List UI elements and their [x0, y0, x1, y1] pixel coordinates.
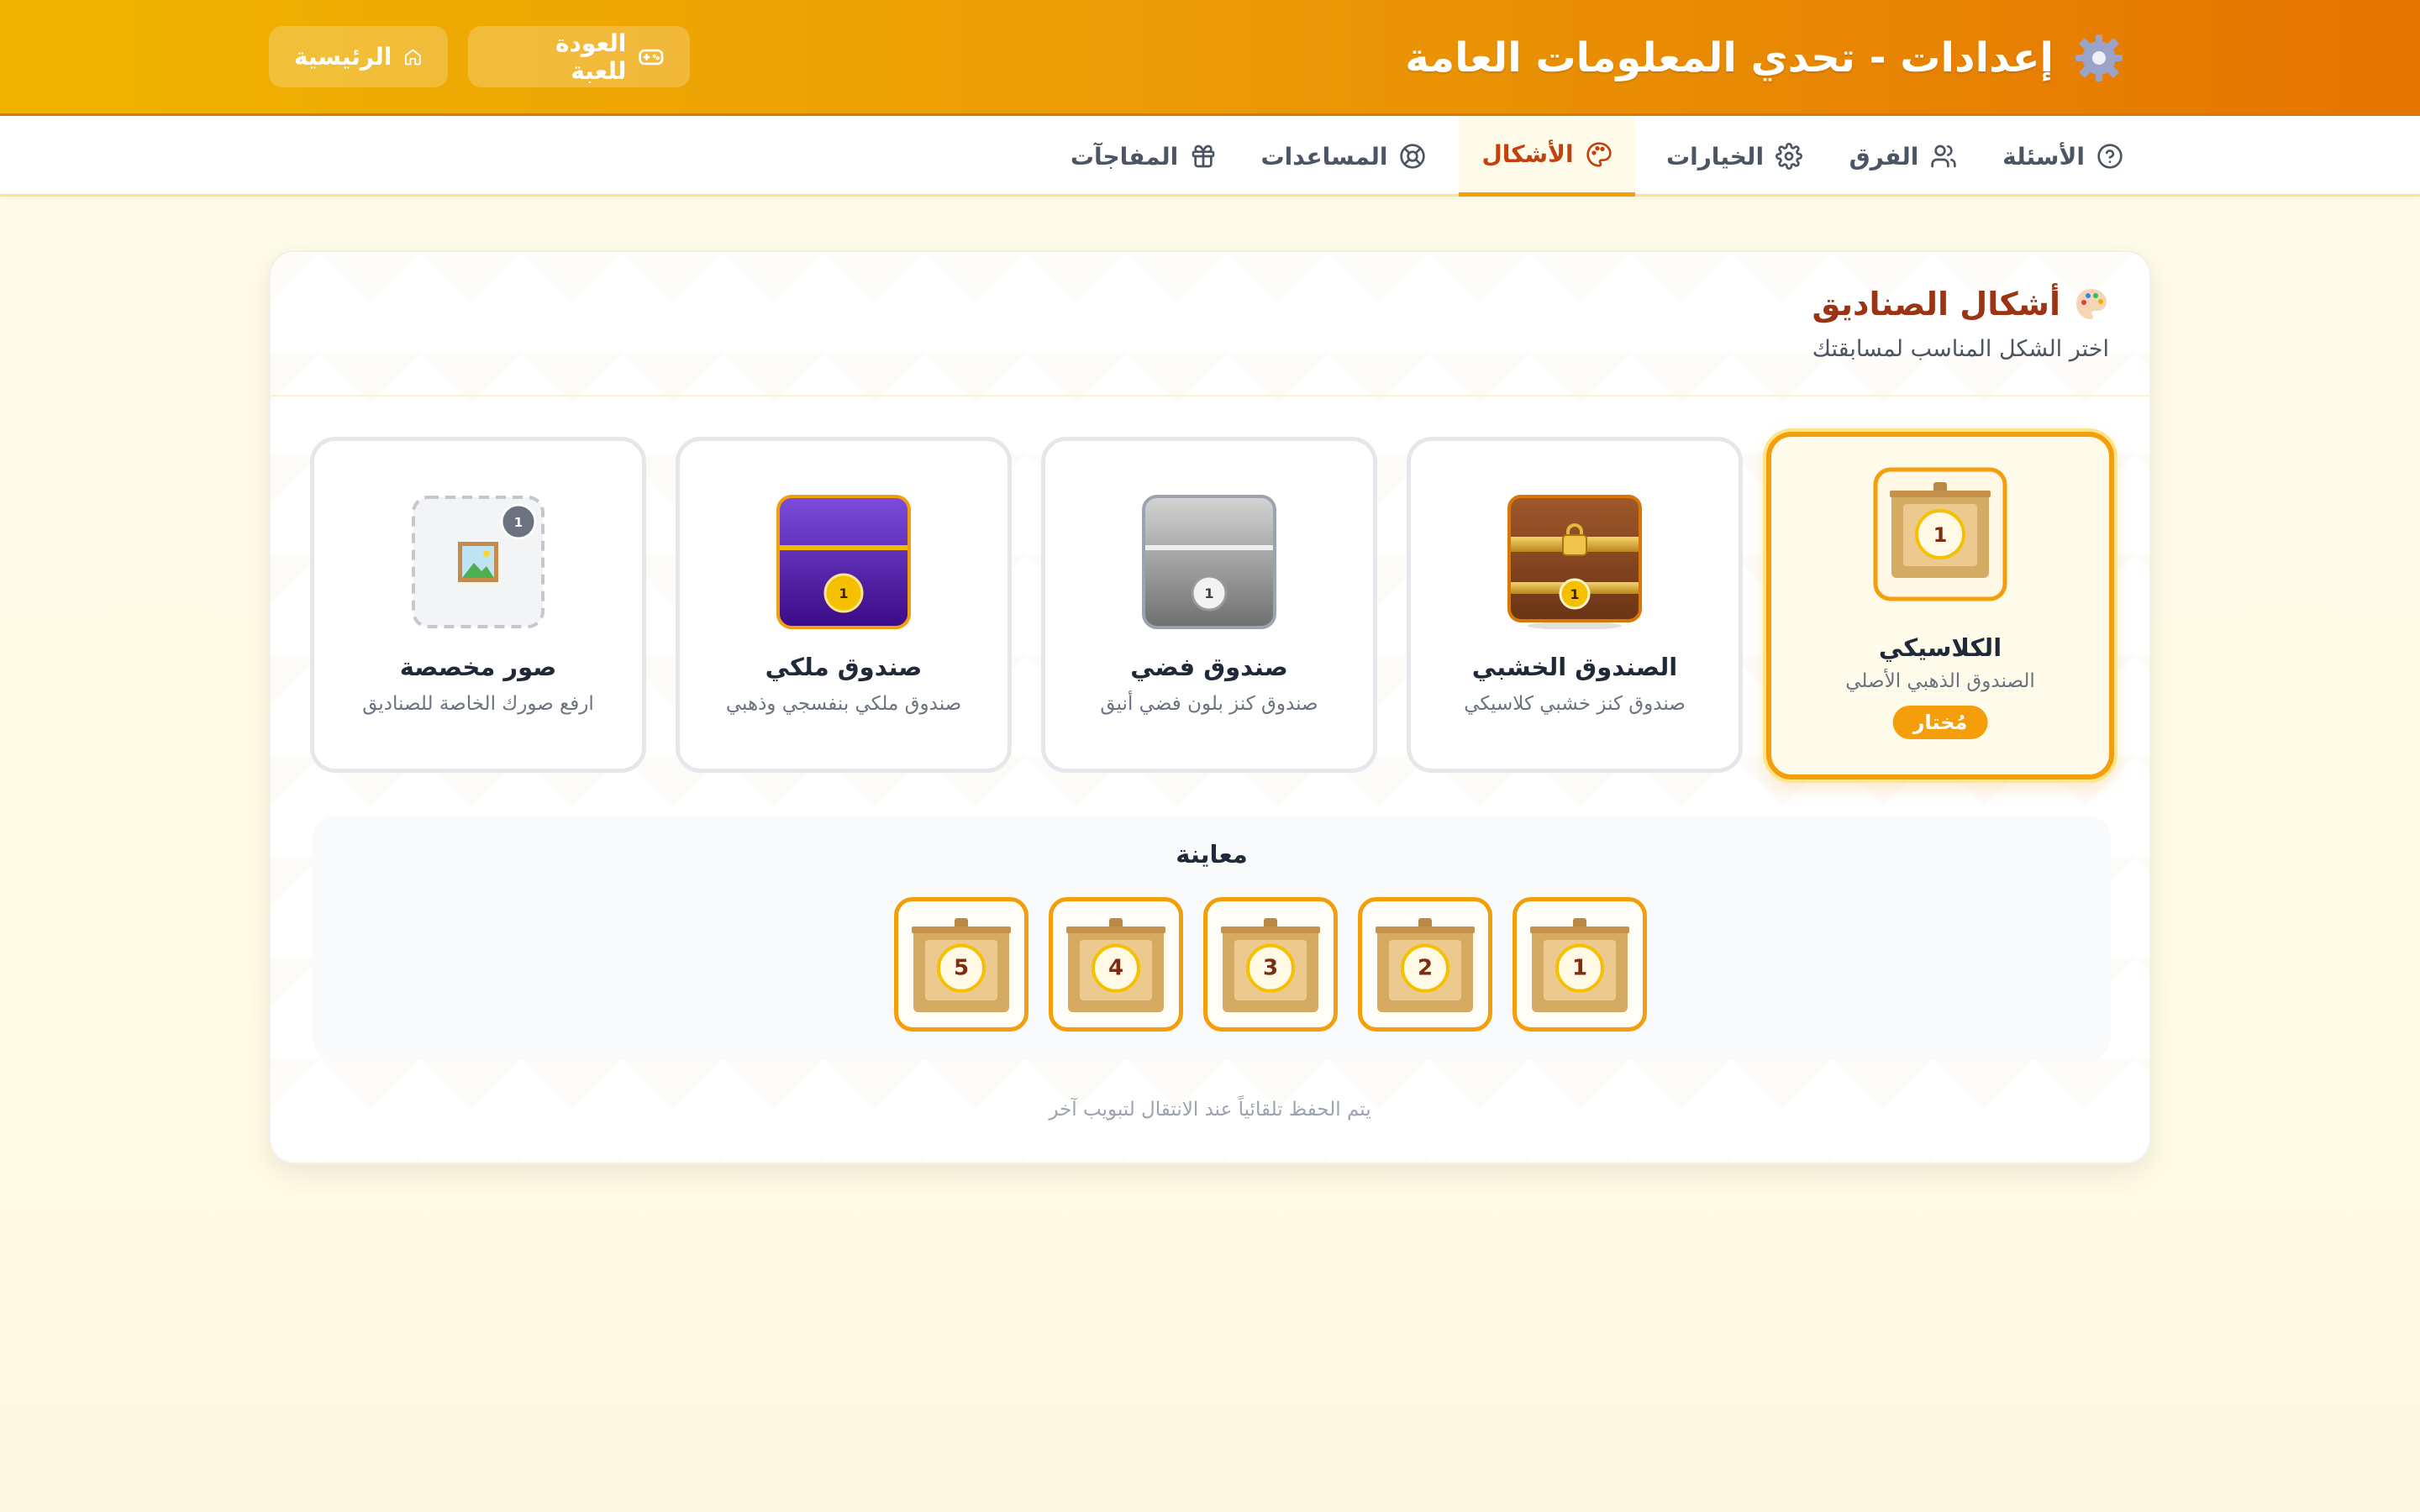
- preview-box-3: 3: [1203, 897, 1338, 1032]
- tab-shapes[interactable]: الأشكال: [1459, 116, 1635, 197]
- shape-name: صور مخصصة: [399, 653, 557, 681]
- tab-surprises-label: المفاجآت: [1070, 142, 1179, 171]
- gear-emoji-icon: [2075, 34, 2123, 81]
- selected-badge: مُختار: [1892, 706, 1988, 739]
- shape-name: صندوق فضي: [1130, 653, 1288, 681]
- royal-box-icon: 1: [776, 495, 911, 629]
- shape-option-royal[interactable]: 1 صندوق ملكي صندوق ملكي بنفسجي وذهبي: [676, 437, 1012, 773]
- section-subtitle: اختر الشكل المناسب لمسابقتك: [1812, 336, 2109, 362]
- tab-teams[interactable]: الفرق: [1840, 116, 1966, 197]
- tab-surprises[interactable]: المفاجآت: [1055, 116, 1232, 197]
- home-label: الرئيسية: [294, 43, 392, 71]
- shape-description: صندوق ملكي بنفسجي وذهبي: [725, 693, 962, 715]
- silver-box-icon: 1: [1142, 495, 1276, 629]
- shape-option-silver[interactable]: 1 صندوق فضي صندوق كنز بلون فضي أنيق: [1041, 437, 1377, 773]
- home-button[interactable]: الرئيسية: [269, 26, 448, 87]
- gamepad-icon: [639, 49, 664, 65]
- tab-shapes-label: الأشكال: [1481, 140, 1574, 168]
- preview-number: 4: [1092, 943, 1140, 993]
- page-title-text: إعدادات - تحدي المعلومات العامة: [1405, 34, 2054, 81]
- shape-option-custom-images[interactable]: 1 صور مخصصة ارفع صورك الخاصة للصناديق: [310, 437, 646, 773]
- section-title-text: أشكال الصناديق: [1812, 286, 2060, 323]
- lifebuoy-icon: [1400, 144, 1426, 169]
- palette-emoji-icon: [2076, 289, 2107, 319]
- back-to-game-button[interactable]: العودة للعبة: [468, 26, 690, 87]
- shapes-card: أشكال الصناديق اختر الشكل المناسب لمسابق…: [269, 250, 2151, 1164]
- shape-number: 1: [1204, 585, 1213, 601]
- preview-number: 1: [1555, 943, 1604, 993]
- shape-name: الكلاسيكي: [1878, 633, 2002, 662]
- shape-description: الصندوق الذهبي الأصلي: [1845, 670, 2035, 692]
- shape-number: 1: [514, 515, 523, 530]
- users-icon: [1931, 144, 1957, 168]
- tab-options-label: الخيارات: [1665, 142, 1765, 171]
- shape-description: صندوق كنز خشبي كلاسيكي: [1464, 693, 1686, 715]
- shape-option-wooden[interactable]: 1 الصندوق الخشبي صندوق كنز خشبي كلاسيكي: [1407, 437, 1743, 773]
- shape-option-classic[interactable]: 1 الكلاسيكي الصندوق الذهبي الأصلي مُختار: [1766, 432, 2114, 780]
- preview-box-1: 1: [1512, 897, 1647, 1032]
- preview-panel: معاينة 5 4 3 2 1: [313, 816, 2111, 1060]
- autosave-note: يتم الحفظ تلقائياً عند الانتقال لتبويب آ…: [1049, 1099, 1371, 1121]
- image-icon: 1: [412, 496, 544, 628]
- preview-title: معاينة: [1176, 840, 1248, 869]
- shape-number: 1: [1570, 586, 1579, 602]
- tab-teams-label: الفرق: [1849, 142, 1919, 171]
- shape-description: صندوق كنز بلون فضي أنيق: [1100, 693, 1318, 715]
- preview-box-5: 5: [894, 897, 1028, 1032]
- classic-box-icon: 1: [1873, 467, 2007, 601]
- preview-number: 5: [937, 943, 986, 993]
- shape-number: 1: [839, 585, 848, 601]
- shape-description: ارفع صورك الخاصة للصناديق: [362, 693, 594, 715]
- section-title: أشكال الصناديق: [1812, 286, 2109, 323]
- home-icon: [405, 49, 422, 65]
- tab-helps-label: المساعدات: [1260, 142, 1388, 171]
- shape-number: 1: [1933, 523, 1948, 547]
- gift-icon: [1192, 144, 1215, 168]
- app-header: إعدادات - تحدي المعلومات العامة العودة ل…: [0, 0, 2420, 116]
- question-circle-icon: [2097, 144, 2123, 169]
- preview-box-4: 4: [1049, 897, 1183, 1032]
- shape-name: صندوق ملكي: [765, 653, 923, 681]
- palette-icon: [1586, 141, 1612, 167]
- shape-name: الصندوق الخشبي: [1471, 653, 1678, 681]
- gear-icon: [1776, 143, 1802, 170]
- back-to-game-label: العودة للعبة: [555, 29, 627, 85]
- tab-questions-label: الأسئلة: [2002, 142, 2085, 171]
- preview-number: 3: [1246, 943, 1295, 993]
- card-header: أشكال الصناديق اختر الشكل المناسب لمسابق…: [271, 252, 2149, 396]
- tab-questions[interactable]: الأسئلة: [1991, 116, 2134, 197]
- tab-options[interactable]: الخيارات: [1650, 116, 1818, 197]
- preview-box-2: 2: [1358, 897, 1492, 1032]
- settings-tabs: الأسئلة الفرق الخيارات الأشكال المساعدات…: [0, 116, 2420, 197]
- wooden-chest-icon: 1: [1507, 495, 1642, 629]
- tab-helps[interactable]: المساعدات: [1247, 116, 1440, 197]
- preview-number: 2: [1401, 943, 1449, 993]
- page-title: إعدادات - تحدي المعلومات العامة: [1405, 27, 2126, 89]
